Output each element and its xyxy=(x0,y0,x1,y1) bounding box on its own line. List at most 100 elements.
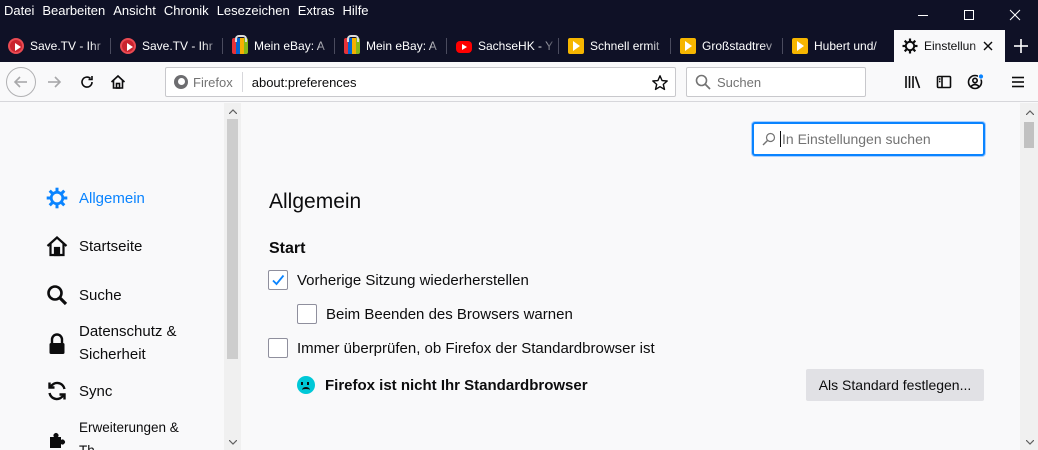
home-icon xyxy=(46,235,68,257)
tab-ebay-1[interactable]: Mein eBay: A xyxy=(224,30,335,62)
main-scrollbar[interactable] xyxy=(1020,103,1038,450)
tab-separator xyxy=(222,38,223,54)
sidebar-button[interactable] xyxy=(928,66,960,98)
sidebar-scroll-thumb[interactable] xyxy=(227,119,238,359)
restore-session-option[interactable]: Vorherige Sitzung wiederherstellen xyxy=(268,270,529,290)
url-bar[interactable]: Firefox about:preferences xyxy=(165,67,676,97)
url-text[interactable]: about:preferences xyxy=(243,75,357,90)
category-label-line2: Th xyxy=(79,439,179,450)
text-caret xyxy=(780,131,781,147)
identity-label: Firefox xyxy=(193,74,233,90)
sidebar-icon xyxy=(936,75,952,89)
check-default-checkbox[interactable] xyxy=(268,338,288,358)
search-icon xyxy=(762,132,776,146)
restore-session-checkbox[interactable] xyxy=(268,270,288,290)
close-tab-icon[interactable] xyxy=(981,39,995,53)
scroll-down-icon[interactable] xyxy=(1021,434,1038,450)
search-placeholder: Suchen xyxy=(717,74,762,90)
tab-schnell[interactable]: Schnell ermit xyxy=(560,30,671,62)
set-default-button[interactable]: Als Standard festlegen... xyxy=(806,369,984,401)
default-browser-status: Firefox ist nicht Ihr Standardbrowser xyxy=(297,376,588,394)
tab-separator xyxy=(446,38,447,54)
reload-button[interactable] xyxy=(71,66,103,98)
tab-savetv-1[interactable]: Save.TV - Ihr xyxy=(0,30,111,62)
tab-separator xyxy=(334,38,335,54)
category-label-line1: Datenschutz & xyxy=(79,323,177,340)
category-startseite[interactable]: Startseite xyxy=(46,235,142,257)
title-bar: Datei Bearbeiten Ansicht Chronik Lesezei… xyxy=(0,0,1038,30)
page-title: Allgemein xyxy=(269,190,362,213)
menu-bearbeiten[interactable]: Bearbeiten xyxy=(42,3,105,18)
savetv-icon xyxy=(120,38,136,54)
new-tab-button[interactable] xyxy=(1004,30,1038,62)
category-sync[interactable]: Sync xyxy=(46,380,112,402)
search-bar[interactable]: Suchen xyxy=(686,67,866,97)
play-icon xyxy=(568,38,584,54)
category-label-line1: Erweiterungen & xyxy=(79,420,179,435)
category-datenschutz[interactable]: Datenschutz & Sicherheit xyxy=(46,320,177,366)
menu-extras[interactable]: Extras xyxy=(298,3,335,18)
scroll-up-icon[interactable] xyxy=(1021,104,1038,120)
back-arrow-icon xyxy=(13,76,27,88)
back-button[interactable] xyxy=(6,67,36,97)
category-label: Startseite xyxy=(79,237,143,255)
not-default-text: Firefox ist nicht Ihr Standardbrowser xyxy=(325,376,588,394)
menu-datei[interactable]: Datei xyxy=(4,3,34,18)
check-default-option[interactable]: Immer überprüfen, ob Firefox der Standar… xyxy=(268,338,655,358)
forward-button[interactable] xyxy=(38,66,70,98)
account-button[interactable] xyxy=(960,66,992,98)
forward-arrow-icon xyxy=(48,76,62,88)
tab-label: Einstellun xyxy=(924,39,977,53)
warn-on-quit-checkbox[interactable] xyxy=(297,304,317,324)
tab-separator xyxy=(558,38,559,54)
tab-grossstadt[interactable]: Großstadtrev xyxy=(672,30,783,62)
scroll-up-icon[interactable] xyxy=(224,103,241,119)
search-icon xyxy=(46,284,68,306)
tab-einstellungen[interactable]: Einstellun xyxy=(894,30,1005,62)
category-label: Datenschutz & Sicherheit xyxy=(79,320,177,366)
hamburger-icon xyxy=(1012,76,1024,88)
category-suche[interactable]: Suche xyxy=(46,284,122,306)
tab-separator xyxy=(110,38,111,54)
main-scroll-thumb[interactable] xyxy=(1024,122,1034,148)
tab-ebay-2[interactable]: Mein eBay: A xyxy=(336,30,447,62)
menu-lesezeichen[interactable]: Lesezeichen xyxy=(217,3,290,18)
category-erweiterungen[interactable]: Erweiterungen & Th xyxy=(46,416,179,450)
gear-icon xyxy=(46,187,68,209)
plus-icon xyxy=(1014,39,1028,53)
tab-youtube[interactable]: SachseHK - Y xyxy=(448,30,559,62)
tab-hubert[interactable]: Hubert und/ xyxy=(784,30,895,62)
warn-on-quit-label: Beim Beenden des Browsers warnen xyxy=(326,305,573,323)
close-window-button[interactable] xyxy=(992,0,1038,30)
sync-icon xyxy=(46,380,68,402)
menu-chronik[interactable]: Chronik xyxy=(164,3,209,18)
home-button[interactable] xyxy=(102,66,134,98)
menu-ansicht[interactable]: Ansicht xyxy=(113,3,156,18)
firefox-icon xyxy=(174,75,188,89)
tab-savetv-2[interactable]: Save.TV - Ihr xyxy=(112,30,223,62)
tab-separator xyxy=(782,38,783,54)
minimize-button[interactable] xyxy=(900,0,946,30)
category-allgemein[interactable]: Allgemein xyxy=(46,187,145,209)
restore-session-label: Vorherige Sitzung wiederherstellen xyxy=(297,271,529,289)
check-default-label: Immer überprüfen, ob Firefox der Standar… xyxy=(297,339,655,357)
category-label: Allgemein xyxy=(79,189,145,207)
menu-hilfe[interactable]: Hilfe xyxy=(343,3,369,18)
section-title-start: Start xyxy=(269,240,306,257)
sidebar-scrollbar[interactable] xyxy=(224,103,241,450)
bookmark-star-icon[interactable] xyxy=(651,74,669,92)
scroll-down-icon[interactable] xyxy=(224,434,241,450)
tab-separator xyxy=(670,38,671,54)
savetv-icon xyxy=(8,38,24,54)
tab-label: Mein eBay: A xyxy=(366,39,437,53)
account-icon xyxy=(967,73,985,90)
maximize-button[interactable] xyxy=(946,0,992,30)
preferences-search-input[interactable]: In Einstellungen suchen xyxy=(752,122,985,156)
warn-on-quit-option[interactable]: Beim Beenden des Browsers warnen xyxy=(297,304,573,324)
library-button[interactable] xyxy=(897,66,929,98)
identity-box[interactable]: Firefox xyxy=(166,72,243,92)
lock-icon xyxy=(46,333,68,355)
category-label-line2: Sicherheit xyxy=(79,346,146,363)
preferences-search-placeholder: In Einstellungen suchen xyxy=(782,131,931,147)
menu-button[interactable] xyxy=(1002,66,1034,98)
